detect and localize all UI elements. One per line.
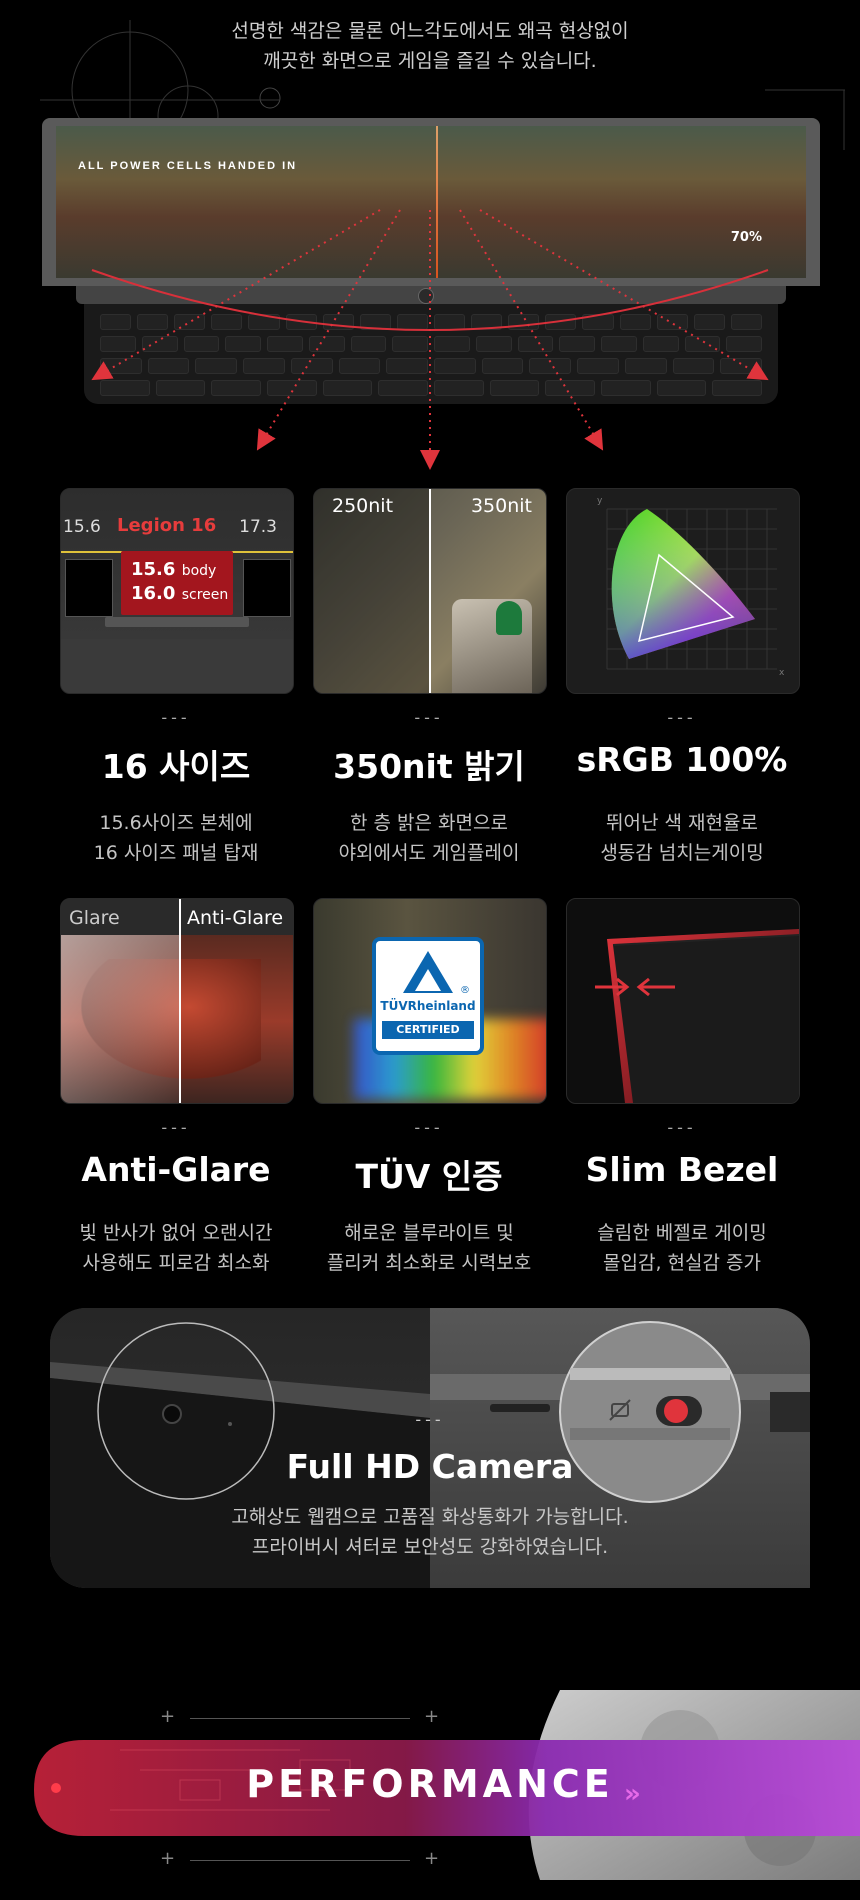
feature-card-bezel (566, 898, 800, 1104)
feature-dash-4: --- (161, 1118, 191, 1137)
svg-text:y: y (597, 496, 603, 506)
antiglare-divider (179, 899, 181, 1103)
camera-title: Full HD Camera (286, 1447, 574, 1486)
tuv-brand: TÜVRheinland (380, 999, 476, 1013)
glare-overlay (61, 935, 179, 1103)
feature-desc-bezel: 슬림한 베젤로 게이밍 몰입감, 현실감 증가 (597, 1222, 767, 1274)
feature-dash-6: --- (667, 1118, 697, 1137)
feature-dash-1: --- (161, 708, 191, 727)
feature-card-tuv: ® TÜVRheinland CERTIFIED (313, 898, 547, 1104)
feature-desc-size: 15.6사이즈 본체에 16 사이즈 패널 탑재 (93, 812, 259, 864)
bezel-illustration (595, 929, 799, 1103)
feature-title-brightness: 350nit 밝기 (333, 747, 525, 786)
feature-title-tuv: TÜV 인증 (355, 1157, 503, 1196)
feature-desc-antiglare: 빛 반사가 없어 오랜시간 사용해도 피로감 최소화 (79, 1222, 273, 1274)
viewing-angle-arrows (91, 209, 769, 470)
tuv-logo: ® TÜVRheinland CERTIFIED (372, 937, 484, 1055)
feature-dash-2: --- (414, 708, 444, 727)
antiglare-label: Anti-Glare (187, 907, 284, 929)
size-right-label: 17.3 (239, 517, 277, 537)
feature-desc-brightness: 한 층 밝은 화면으로 야외에서도 게임플레이 (338, 812, 520, 864)
feature-desc-tuv: 해로운 블루라이트 및 플리커 최소화로 시력보호 (326, 1222, 532, 1274)
feature-card-size: 15.6 Legion 16 17.3 15.6 body 16.0 scree… (60, 488, 294, 694)
brightness-left-label: 250nit (332, 495, 394, 517)
feature-title-size: 16 사이즈 (101, 747, 251, 786)
feature-desc-srgb: 뛰어난 색 재현율로 생동감 넘치는게이밍 (600, 812, 764, 864)
feature-title-bezel: Slim Bezel (585, 1150, 779, 1189)
color-gamut-chart: y x (597, 496, 785, 678)
feature-dash-3: --- (667, 708, 697, 727)
glare-label: Glare (69, 907, 120, 929)
brightness-right-label: 350nit (470, 495, 532, 517)
feature-card-antiglare: Glare Anti-Glare (60, 898, 294, 1104)
size-left-label: 15.6 (63, 517, 101, 537)
tuv-certified-badge: CERTIFIED (382, 1021, 474, 1039)
feature-title-srgb: sRGB 100% (576, 740, 788, 779)
svg-text:x: x (779, 668, 785, 678)
feature-card-brightness: 250nit 350nit (313, 488, 547, 694)
size-center-label: Legion 16 (117, 515, 217, 536)
size-spec-box: 15.6 body 16.0 screen (121, 551, 233, 615)
brightness-divider (429, 489, 431, 693)
camera-dash: --- (415, 1410, 445, 1429)
feature-title-antiglare: Anti-Glare (81, 1150, 271, 1189)
performance-title: PERFORMANCE (246, 1762, 614, 1806)
camera-desc: 고해상도 웹캠으로 고품질 화상통화가 가능합니다. 프라이버시 셔터로 보안성도… (231, 1506, 629, 1558)
feature-card-srgb: y x (566, 488, 800, 694)
feature-dash-5: --- (414, 1118, 444, 1137)
